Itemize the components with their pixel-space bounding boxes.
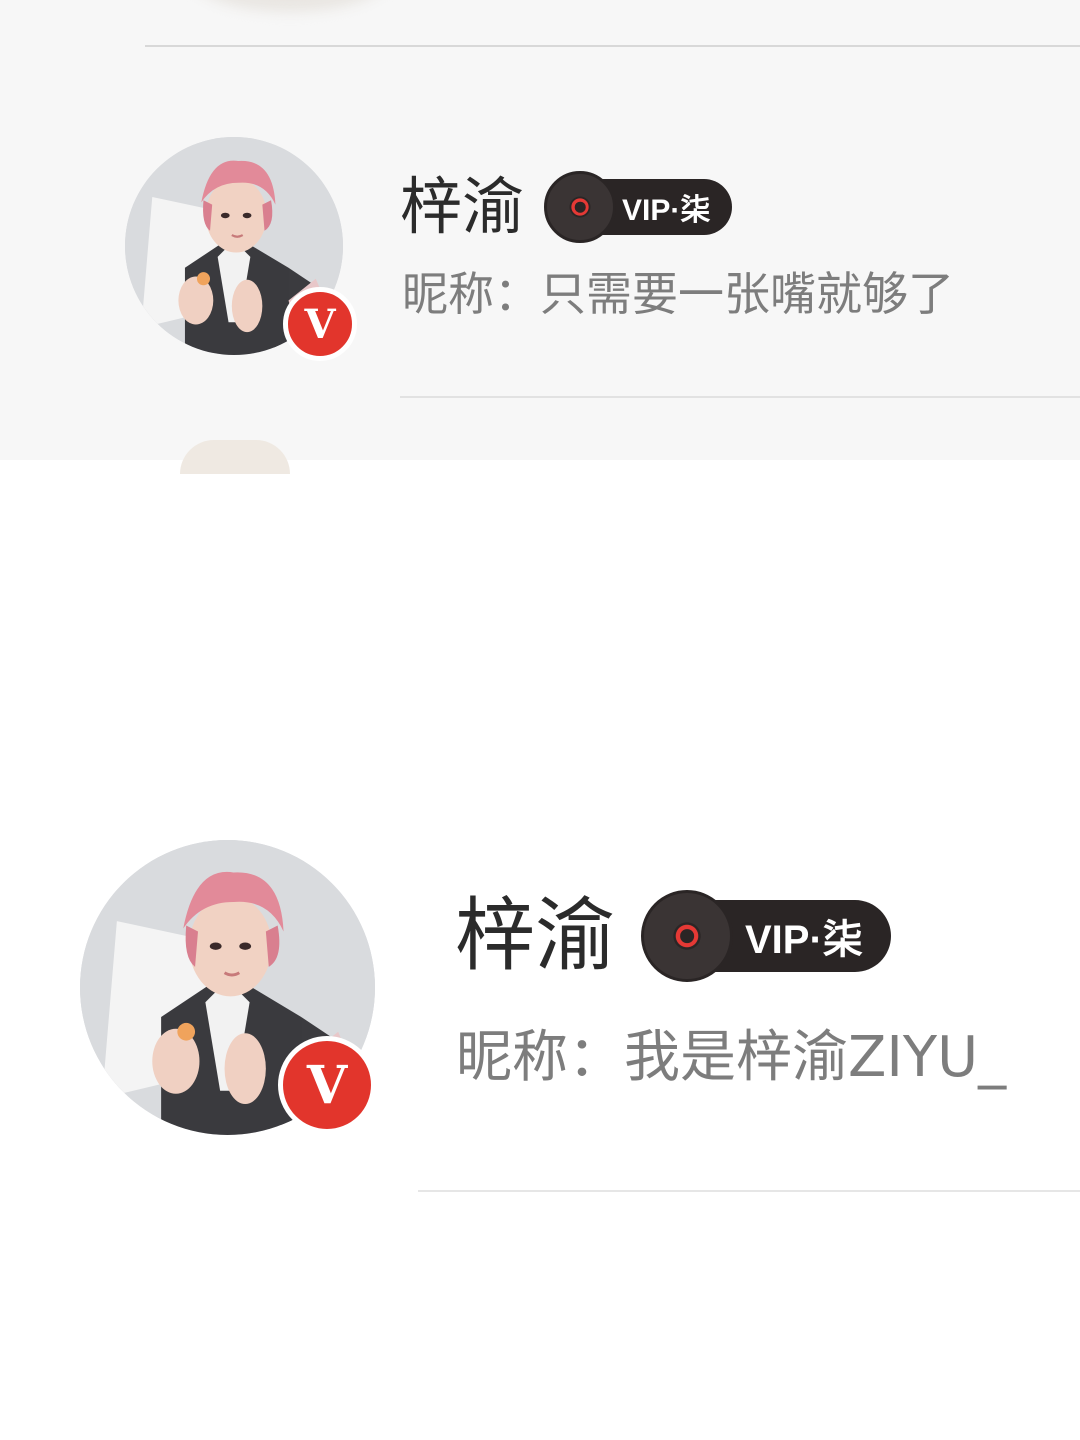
vip-label: VIP·柒 bbox=[622, 194, 711, 227]
nickname-label: 昵称： bbox=[402, 267, 540, 321]
next-avatar-partial bbox=[180, 440, 290, 474]
profile-name-row: 梓渝 VIP·柒 bbox=[400, 170, 733, 243]
vip-badge[interactable]: VIP·柒 bbox=[544, 171, 733, 243]
verified-v-icon: V bbox=[283, 287, 357, 361]
nickname-value: 我是梓渝ZIYU_ bbox=[624, 1025, 1007, 1090]
vip-label: VIP·柒 bbox=[745, 918, 863, 962]
profile-name: 梓渝 bbox=[400, 170, 525, 243]
divider bbox=[145, 45, 1080, 47]
divider bbox=[418, 1190, 1080, 1192]
screenshot-page: V 梓渝 VIP·柒 昵称：只需要一张嘴就够了 V 梓渝 VIP·柒 昵称：我是… bbox=[0, 0, 1080, 1440]
nickname-line: 昵称：我是梓渝ZIYU_ bbox=[456, 1030, 1006, 1086]
vinyl-record-icon bbox=[641, 890, 733, 982]
vinyl-record-icon bbox=[544, 171, 617, 243]
divider bbox=[400, 396, 1080, 398]
nickname-line: 昵称：只需要一张嘴就够了 bbox=[402, 271, 954, 317]
verified-v-icon: V bbox=[278, 1036, 376, 1134]
nickname-value: 只需要一张嘴就够了 bbox=[540, 267, 954, 321]
profile-name: 梓渝 bbox=[455, 889, 615, 982]
vip-badge[interactable]: VIP·柒 bbox=[641, 890, 891, 982]
nickname-label: 昵称： bbox=[456, 1025, 624, 1090]
profile-name-row: 梓渝 VIP·柒 bbox=[455, 889, 891, 982]
